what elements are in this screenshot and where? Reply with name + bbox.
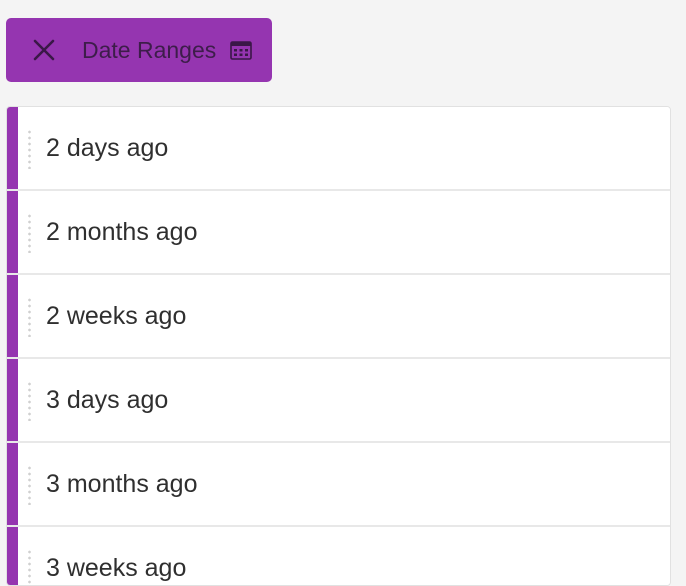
list-item-label: 2 months ago <box>46 217 198 246</box>
calendar-icon <box>230 40 253 60</box>
drag-handle-icon[interactable] <box>28 213 31 253</box>
list-item-label: 3 months ago <box>46 469 198 498</box>
accent-bar <box>7 107 18 189</box>
list-item-label: 2 days ago <box>46 133 169 162</box>
accent-bar <box>7 527 18 585</box>
accent-bar <box>7 191 18 273</box>
drag-handle-icon[interactable] <box>28 465 31 505</box>
list-item[interactable]: 3 weeks ago <box>7 527 670 585</box>
close-icon[interactable] <box>6 18 82 82</box>
accent-bar <box>7 443 18 525</box>
drag-handle-icon[interactable] <box>28 297 31 337</box>
list-item-label: 2 weeks ago <box>46 301 187 330</box>
date-ranges-chip[interactable]: Date Ranges <box>6 18 272 82</box>
chip-label: Date Ranges <box>82 36 217 63</box>
list-item[interactable]: 3 days ago <box>7 359 670 443</box>
accent-bar <box>7 275 18 357</box>
drag-handle-icon[interactable] <box>28 381 31 421</box>
list-item-label: 3 weeks ago <box>46 553 187 582</box>
list-item[interactable]: 2 months ago <box>7 191 670 275</box>
date-range-list: 2 days ago 2 months ago 2 weeks ago 3 da… <box>6 106 671 586</box>
drag-handle-icon[interactable] <box>28 549 31 585</box>
accent-bar <box>7 359 18 441</box>
drag-handle-icon[interactable] <box>28 129 31 169</box>
list-item-label: 3 days ago <box>46 385 169 414</box>
list-item[interactable]: 2 weeks ago <box>7 275 670 359</box>
list-item[interactable]: 3 months ago <box>7 443 670 527</box>
list-item[interactable]: 2 days ago <box>7 107 670 191</box>
